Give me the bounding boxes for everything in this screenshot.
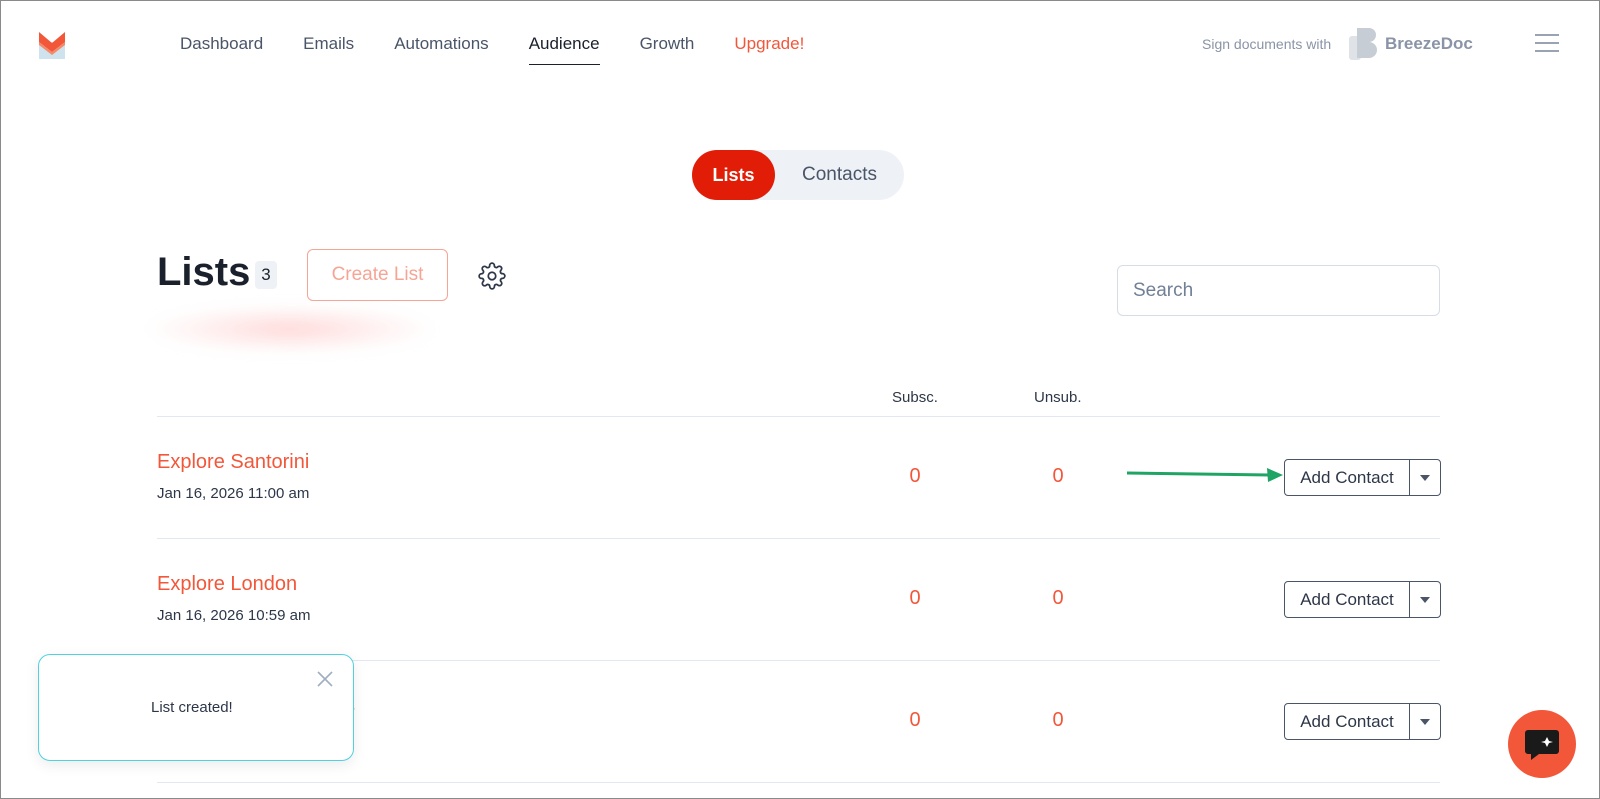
promo-text: Sign documents with — [1202, 36, 1332, 52]
nav-audience[interactable]: Audience — [528, 34, 600, 65]
add-contact-button[interactable]: Add Contact — [1285, 460, 1410, 495]
lists-contacts-toggle: Lists Contacts — [692, 150, 904, 200]
unsubscribed-count[interactable]: 0 — [1043, 465, 1073, 488]
nav-upgrade[interactable]: Upgrade! — [734, 34, 804, 65]
gear-icon[interactable] — [478, 262, 506, 290]
nav-automations[interactable]: Automations — [394, 34, 489, 65]
add-contact-group: Add Contact — [1284, 581, 1441, 618]
subscribed-count[interactable]: 0 — [900, 465, 930, 488]
breezedoc-link[interactable]: BreezeDoc — [1349, 28, 1473, 60]
chat-icon — [1525, 730, 1559, 760]
list-name-link[interactable]: Explore Santorini — [157, 451, 309, 474]
table-divider — [157, 782, 1440, 783]
add-contact-dropdown[interactable] — [1410, 460, 1440, 495]
main-nav: Dashboard Emails Automations Audience Gr… — [180, 34, 844, 65]
breezedoc-logo-icon — [1349, 28, 1377, 60]
subscribed-count[interactable]: 0 — [900, 709, 930, 732]
nav-emails[interactable]: Emails — [303, 34, 354, 65]
add-contact-dropdown[interactable] — [1410, 704, 1440, 739]
add-contact-button[interactable]: Add Contact — [1285, 582, 1410, 617]
nav-growth[interactable]: Growth — [640, 34, 695, 65]
add-contact-dropdown[interactable] — [1410, 582, 1440, 617]
column-header-subscribed: Subsc. — [892, 389, 938, 406]
add-contact-button[interactable]: Add Contact — [1285, 704, 1410, 739]
list-name-link[interactable]: Explore London — [157, 573, 297, 596]
caret-down-icon — [1420, 474, 1430, 481]
brand-logo-icon[interactable] — [38, 30, 66, 60]
add-contact-group: Add Contact — [1284, 703, 1441, 740]
toast-message: List created! — [151, 699, 233, 716]
nav-dashboard[interactable]: Dashboard — [180, 34, 263, 65]
redacted-area — [150, 306, 430, 352]
list-count-badge: 3 — [255, 261, 277, 289]
close-icon[interactable] — [315, 669, 335, 689]
chat-button[interactable] — [1508, 710, 1576, 778]
hamburger-icon[interactable] — [1535, 34, 1559, 54]
unsubscribed-count[interactable]: 0 — [1043, 709, 1073, 732]
create-list-button[interactable]: Create List — [307, 249, 448, 301]
caret-down-icon — [1420, 718, 1430, 725]
search-input[interactable] — [1117, 265, 1440, 316]
page-title: Lists — [157, 250, 251, 294]
toggle-lists[interactable]: Lists — [692, 150, 775, 200]
list-date: Jan 16, 2026 10:59 am — [157, 607, 311, 624]
caret-down-icon — [1420, 596, 1430, 603]
list-date: Jan 16, 2026 11:00 am — [157, 485, 310, 502]
annotation-arrow-icon — [1126, 468, 1283, 482]
toggle-contacts[interactable]: Contacts — [775, 150, 904, 200]
subscribed-count[interactable]: 0 — [900, 587, 930, 610]
breezedoc-brand: BreezeDoc — [1385, 34, 1473, 53]
add-contact-group: Add Contact — [1284, 459, 1441, 496]
toast-notification: List created! — [38, 654, 354, 761]
top-header: Dashboard Emails Automations Audience Gr… — [0, 0, 1600, 92]
column-header-unsubscribed: Unsub. — [1034, 389, 1082, 406]
table-row: Explore London Jan 16, 2026 10:59 am 0 0… — [157, 539, 1441, 659]
unsubscribed-count[interactable]: 0 — [1043, 587, 1073, 610]
